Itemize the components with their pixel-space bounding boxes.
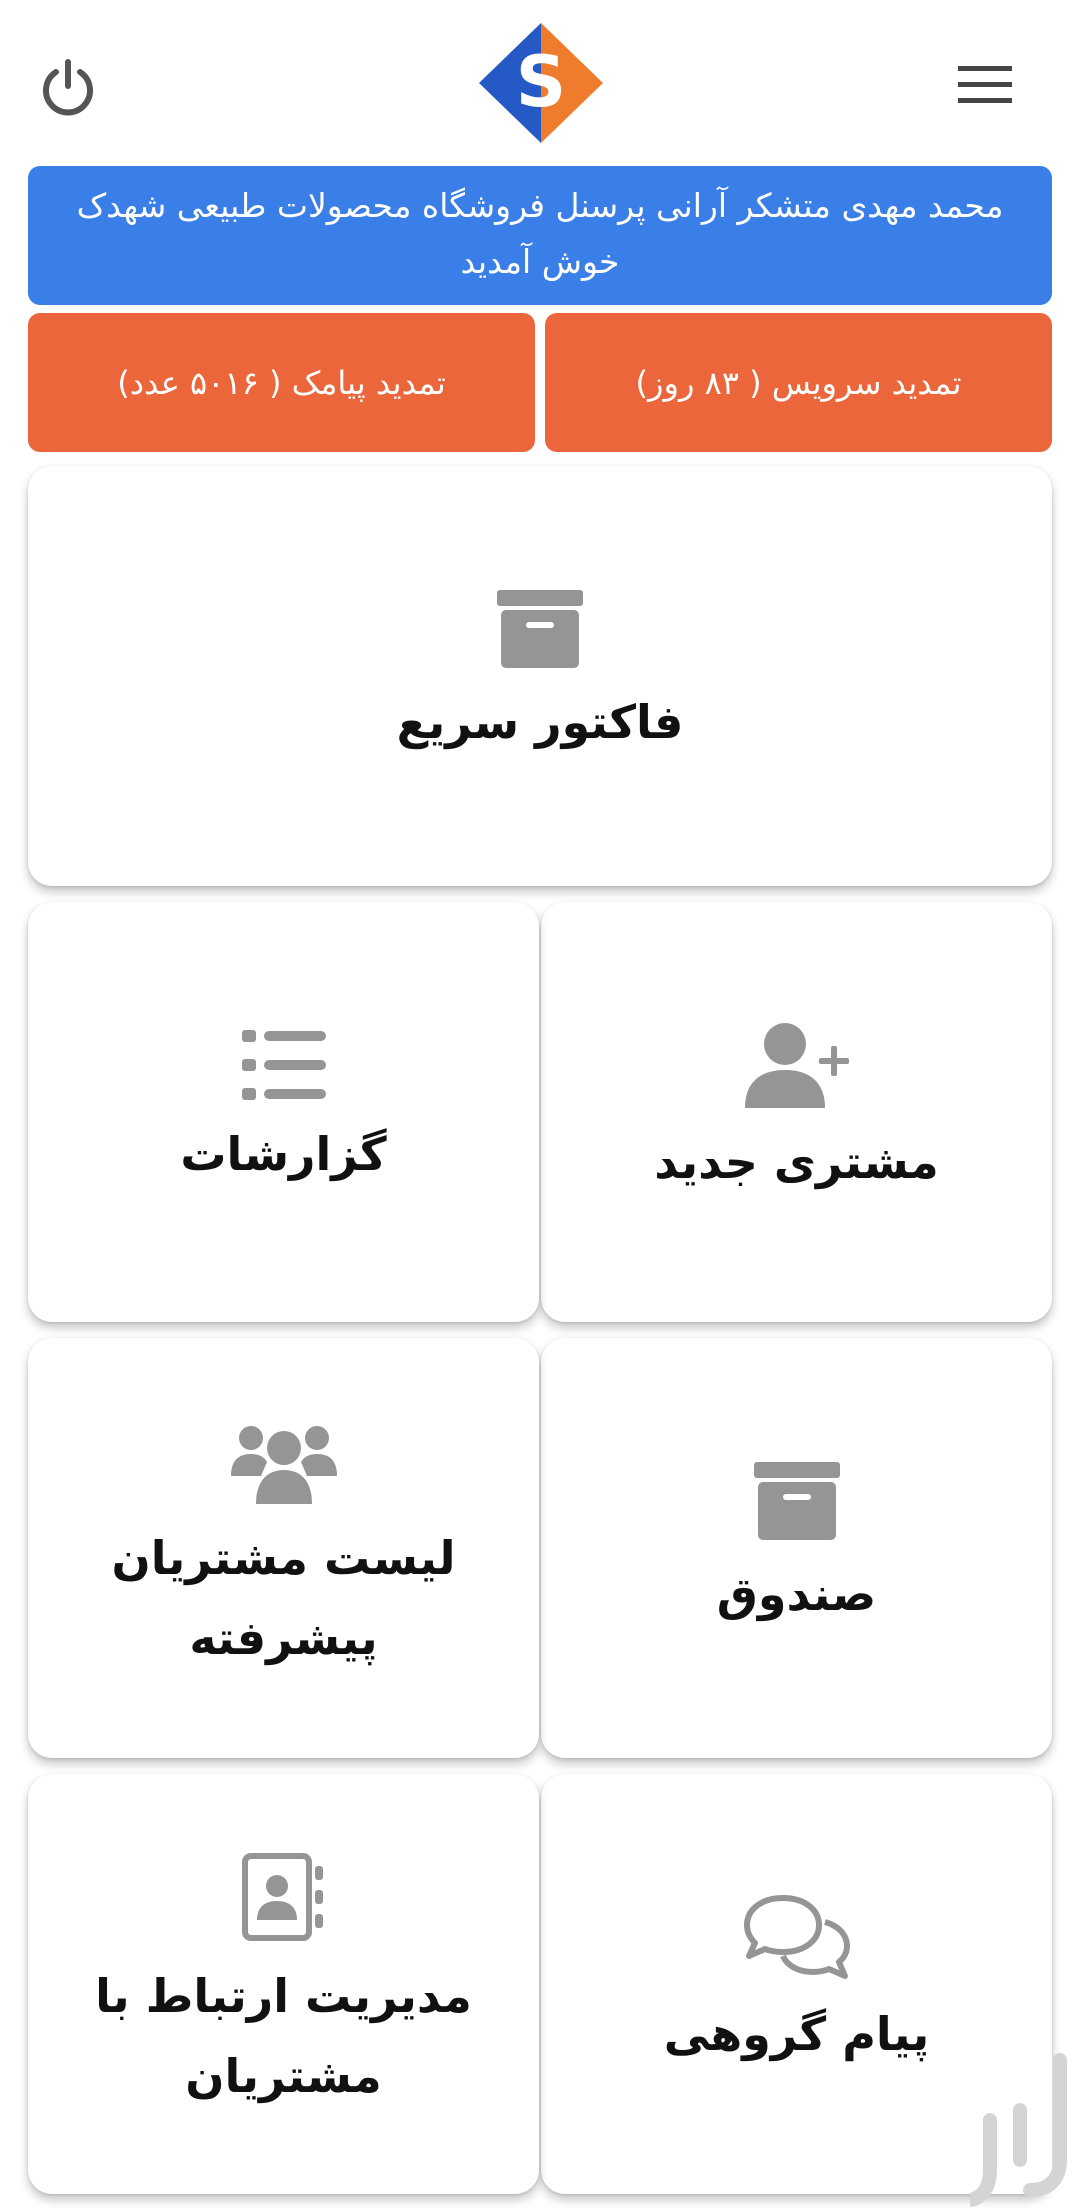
logo-letter: S [516, 41, 566, 123]
renew-service-label: تمدید سرویس ( ۸۳ روز) [635, 363, 962, 402]
user-plus-icon [743, 1022, 851, 1112]
fast-invoice-label: فاکتور سریع [396, 695, 684, 749]
welcome-user-line: محمد مهدی متشکر آرانی پرسنل فروشگاه محصو… [76, 186, 1004, 225]
welcome-banner: محمد مهدی متشکر آرانی پرسنل فروشگاه محصو… [28, 166, 1052, 305]
group-message-label: پیام گروهی [663, 2007, 930, 2061]
top-bar: S [0, 0, 1080, 168]
hamburger-menu-icon[interactable] [950, 60, 1020, 110]
renew-service-button[interactable]: تمدید سرویس ( ۸۳ روز) [545, 313, 1052, 452]
cash-box-card[interactable]: صندوق [541, 1338, 1052, 1758]
welcome-greeting: خوش آمدید [460, 242, 620, 281]
customer-relations-label: مدیریت ارتباط با مشتریان [95, 1969, 472, 2103]
reports-label: گزارشات [180, 1127, 387, 1181]
advanced-customer-list-label: لیست مشتریان پیشرفته [111, 1531, 456, 1665]
fast-invoice-card[interactable]: فاکتور سریع [28, 466, 1052, 886]
address-book-icon [241, 1852, 327, 1946]
power-icon[interactable] [36, 56, 100, 120]
app-logo: S [476, 20, 606, 146]
renew-sms-label: تمدید پیامک ( ۵۰۱۶ عدد) [117, 363, 446, 402]
cafebazaar-watermark-icon [963, 2040, 1080, 2208]
archive-box-icon [753, 1462, 840, 1544]
new-customer-card[interactable]: مشتری جدید [541, 902, 1052, 1322]
customer-relations-card[interactable]: مدیریت ارتباط با مشتریان [28, 1774, 539, 2194]
reports-card[interactable]: گزارشات [28, 902, 539, 1322]
list-icon [241, 1030, 326, 1104]
archive-box-icon [497, 590, 583, 672]
cash-box-label: صندوق [716, 1567, 877, 1621]
chat-bubbles-icon [743, 1894, 851, 1984]
advanced-customer-list-card[interactable]: لیست مشتریان پیشرفته [28, 1338, 539, 1758]
renew-sms-button[interactable]: تمدید پیامک ( ۵۰۱۶ عدد) [28, 313, 535, 452]
new-customer-label: مشتری جدید [654, 1135, 939, 1189]
users-group-icon [230, 1418, 337, 1508]
